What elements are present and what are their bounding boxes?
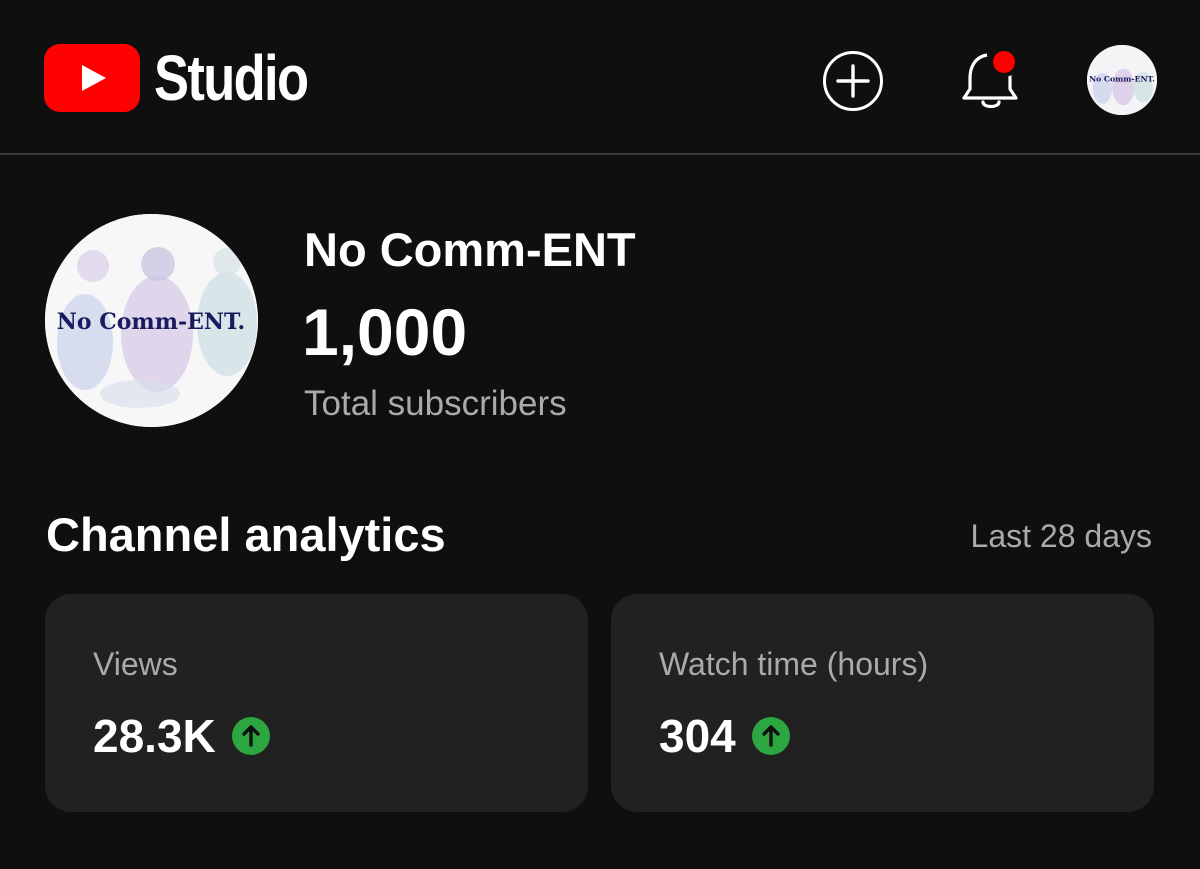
account-avatar[interactable]: No Comm-ENT.	[1087, 45, 1157, 115]
top-app-bar: Studio No Comm-ENT.	[0, 0, 1200, 155]
plus-circle-icon[interactable]	[821, 49, 885, 113]
watch-time-value: 304	[659, 710, 736, 762]
channel-avatar[interactable]: No Comm-ENT.	[45, 214, 258, 427]
views-label: Views	[93, 646, 178, 682]
analytics-period: Last 28 days	[970, 518, 1152, 554]
channel-name: No Comm-ENT	[304, 223, 636, 276]
account-avatar-image: No Comm-ENT.	[1087, 45, 1157, 115]
trend-up-icon	[231, 717, 270, 755]
svg-text:No Comm-ENT.: No Comm-ENT.	[1089, 74, 1155, 83]
views-card[interactable]: Views 28.3K	[45, 594, 588, 812]
trend-up-icon	[751, 717, 790, 755]
logo-text: Studio	[154, 42, 309, 114]
subscriber-count: 1,000	[302, 295, 468, 369]
watch-time-label: Watch time (hours)	[659, 646, 929, 682]
bell-icon[interactable]	[958, 44, 1024, 112]
youtube-studio-logo[interactable]: Studio	[44, 44, 341, 112]
watch-time-value-row: 304	[659, 708, 790, 764]
svg-text:No Comm-ENT.: No Comm-ENT.	[57, 309, 245, 335]
channel-avatar-image: No Comm-ENT.	[45, 214, 258, 427]
views-value-row: 28.3K	[93, 708, 270, 764]
subscriber-label: Total subscribers	[304, 384, 567, 423]
analytics-title: Channel analytics	[46, 508, 446, 561]
views-value: 28.3K	[93, 710, 216, 762]
notification-dot	[989, 47, 1019, 77]
youtube-play-icon	[44, 44, 140, 112]
watch-time-card[interactable]: Watch time (hours) 304	[611, 594, 1154, 812]
